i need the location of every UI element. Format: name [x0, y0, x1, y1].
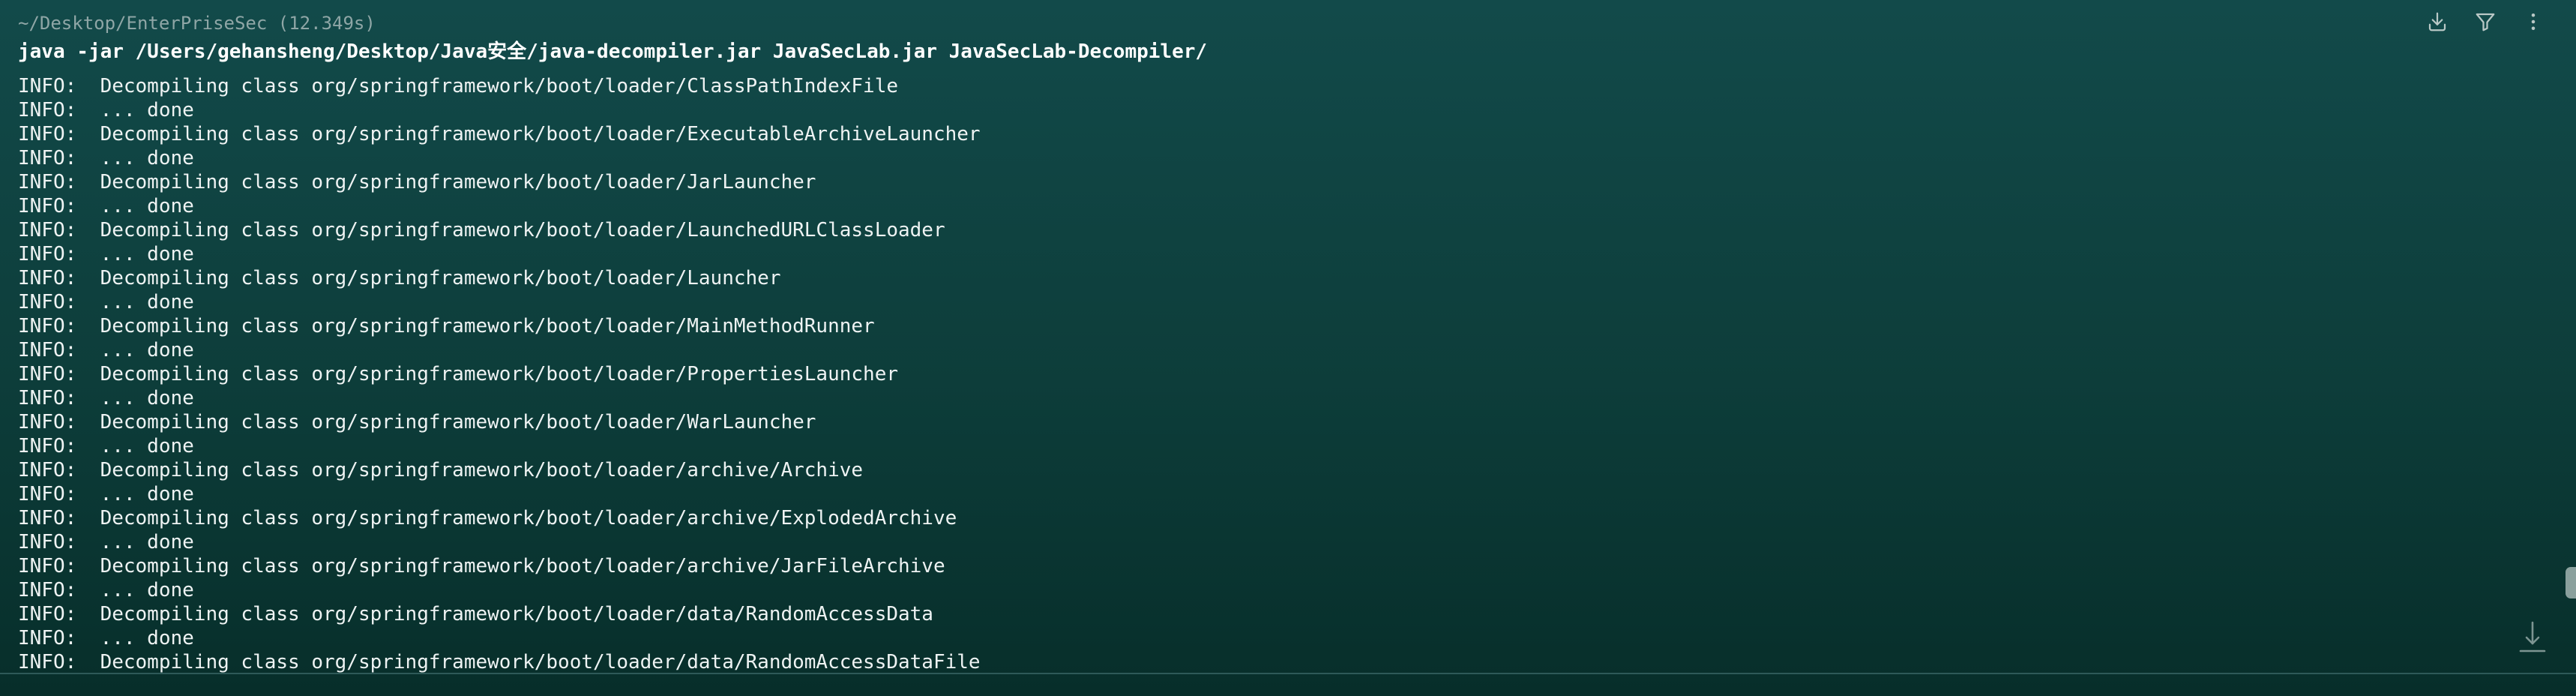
output-line: INFO: ... done — [18, 579, 194, 602]
more-vertical-icon — [2531, 14, 2536, 30]
output-line: INFO: Decompiling class org/springframew… — [18, 651, 981, 674]
scroll-to-bottom-button[interactable] — [2518, 620, 2548, 654]
output-line: INFO: Decompiling class org/springframew… — [18, 459, 864, 482]
output-line: INFO: ... done — [18, 483, 194, 506]
output-line: INFO: Decompiling class org/springframew… — [18, 315, 875, 338]
filter-icon — [2476, 13, 2495, 32]
output-line: INFO: Decompiling class org/springframew… — [18, 555, 945, 578]
output-line: INFO: ... done — [18, 147, 194, 170]
terminal-command-block[interactable]: ~/Desktop/EnterPriseSec (12.349s) java -… — [0, 0, 2576, 675]
output-line: INFO: ... done — [18, 435, 194, 458]
output-line: INFO: Decompiling class org/springframew… — [18, 363, 898, 386]
download-icon — [2428, 12, 2446, 32]
output-line: INFO: Decompiling class org/springframew… — [18, 507, 957, 530]
output-line: INFO: ... done — [18, 243, 194, 266]
output-line: INFO: ... done — [18, 387, 194, 410]
block-header: ~/Desktop/EnterPriseSec (12.349s) — [18, 13, 376, 34]
output-line: INFO: Decompiling class org/springframew… — [18, 123, 981, 146]
output-line: INFO: Decompiling class org/springframew… — [18, 171, 816, 194]
more-options-button[interactable] — [2521, 9, 2546, 34]
scrollbar-thumb[interactable] — [2566, 567, 2576, 598]
output-line: INFO: ... done — [18, 627, 194, 650]
filter-button[interactable] — [2473, 9, 2498, 34]
block-toolbar — [2425, 9, 2546, 34]
output-line: INFO: Decompiling class org/springframew… — [18, 267, 781, 290]
output-line: INFO: Decompiling class org/springframew… — [18, 411, 816, 434]
output-line: INFO: Decompiling class org/springframew… — [18, 603, 933, 626]
command-text: java -jar /Users/gehansheng/Desktop/Java… — [18, 40, 1208, 63]
output-line: INFO: ... done — [18, 339, 194, 362]
output-line: INFO: ... done — [18, 291, 194, 314]
output-line: INFO: ... done — [18, 99, 194, 122]
output-line: INFO: ... done — [18, 195, 194, 218]
output-line: INFO: Decompiling class org/springframew… — [18, 219, 945, 242]
output-line: INFO: ... done — [18, 531, 194, 554]
block-divider — [0, 673, 2576, 674]
arrow-down-to-line-icon — [2519, 621, 2546, 652]
output-line: INFO: Decompiling class org/springframew… — [18, 75, 898, 98]
command-output: INFO: Decompiling class org/springframew… — [18, 74, 981, 674]
download-button[interactable] — [2425, 9, 2450, 34]
